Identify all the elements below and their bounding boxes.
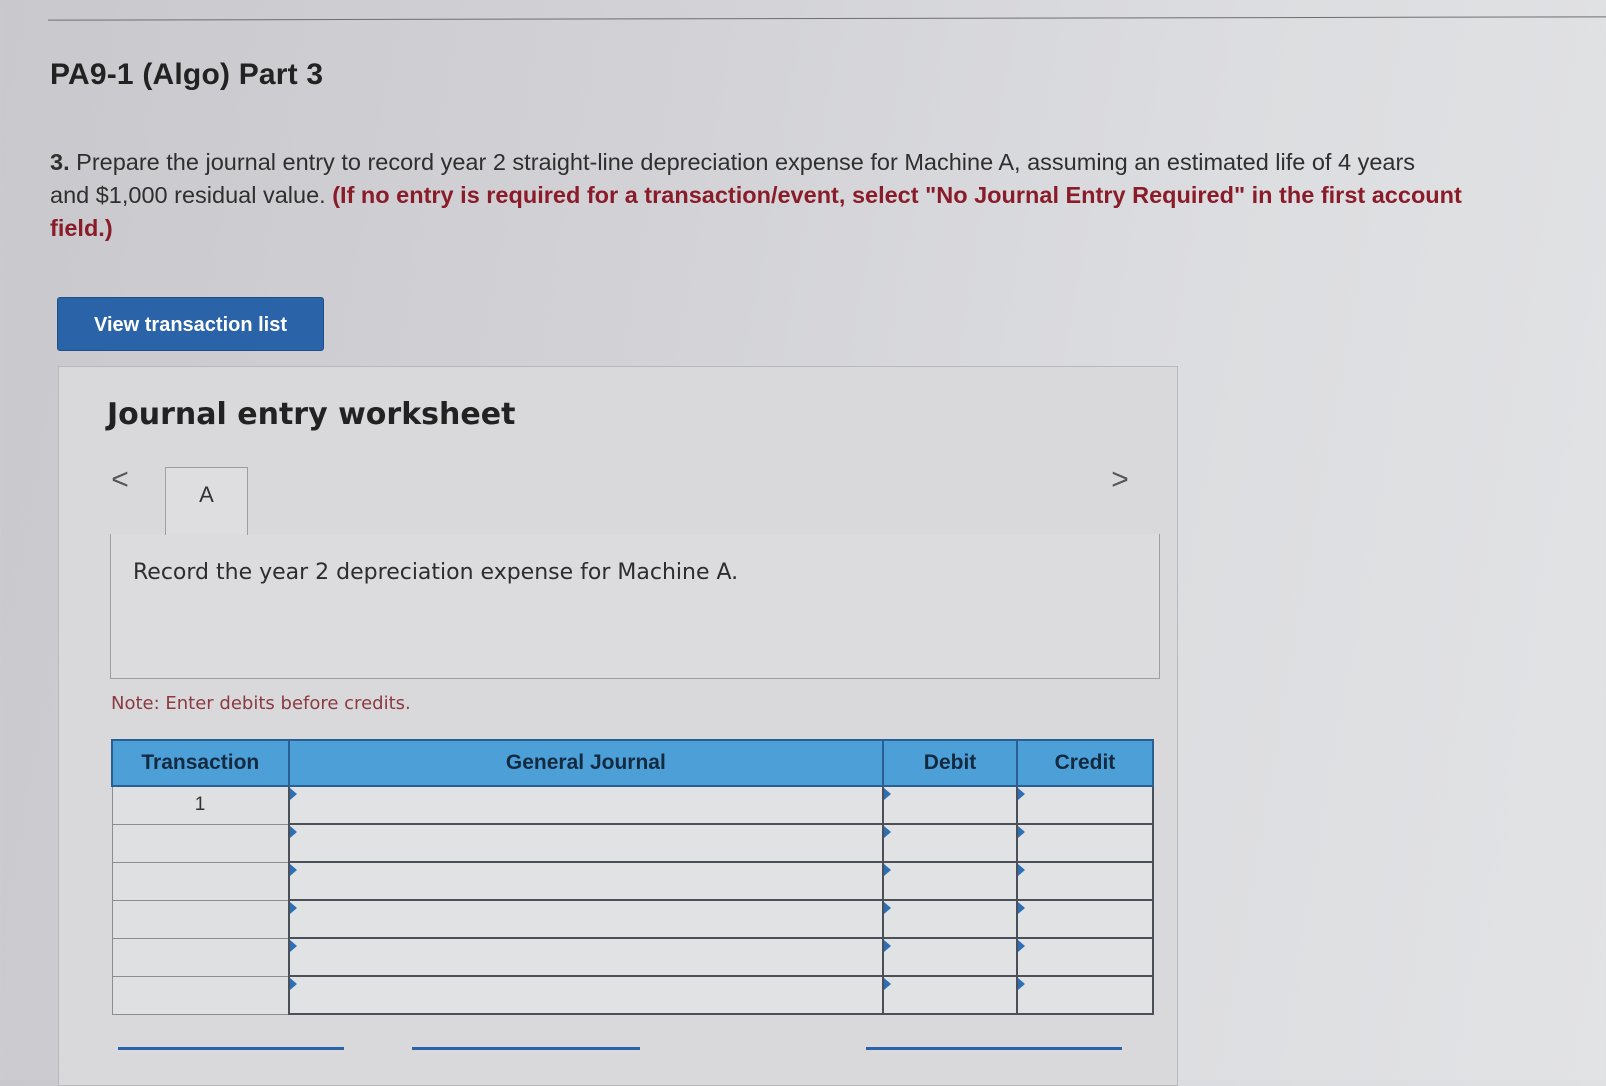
instructions: 3. Prepare the journal entry to record y… (50, 146, 1606, 245)
credit-cell[interactable] (1015, 861, 1155, 901)
table-header-row: Transaction General Journal Debit Credit (111, 739, 1155, 787)
account-cell[interactable] (287, 975, 885, 1015)
instruction-text: Prepare the journal entry to record year… (76, 149, 1416, 175)
worksheet-title: Journal entry worksheet (107, 397, 516, 432)
debit-cell[interactable] (882, 861, 1018, 901)
journal-entry-worksheet: Journal entry worksheet < A > Record the… (58, 366, 1178, 1086)
chevron-left-icon[interactable]: < (107, 465, 133, 495)
transaction-cell (111, 937, 290, 977)
transaction-cell (111, 975, 290, 1015)
header-general-journal: General Journal (287, 739, 885, 787)
page-title: PA9-1 (Algo) Part 3 (50, 58, 324, 91)
header-debit: Debit (882, 739, 1018, 787)
account-cell[interactable] (287, 823, 885, 863)
header-transaction: Transaction (111, 739, 290, 787)
table-row (111, 975, 1155, 1015)
table-row (111, 861, 1155, 901)
instruction-emphasis: (If no entry is required for a transacti… (332, 182, 1462, 208)
instruction-line-3: field.) (50, 212, 1606, 245)
bottom-button-edge-1[interactable] (118, 1047, 344, 1050)
transaction-cell (111, 861, 290, 901)
transaction-description: Record the year 2 depreciation expense f… (133, 560, 739, 585)
credit-cell[interactable] (1015, 899, 1155, 939)
view-transaction-list-button[interactable]: View transaction list (57, 297, 324, 351)
entry-note: Note: Enter debits before credits. (111, 693, 411, 714)
credit-cell[interactable] (1015, 937, 1155, 977)
chevron-right-icon[interactable]: > (1107, 465, 1133, 495)
table-row (111, 899, 1155, 939)
instruction-emphasis-end: field.) (50, 215, 113, 241)
account-cell[interactable] (287, 785, 885, 825)
credit-cell[interactable] (1015, 975, 1155, 1015)
debit-cell[interactable] (882, 899, 1018, 939)
credit-cell[interactable] (1015, 785, 1155, 825)
table-row (111, 937, 1155, 977)
instruction-line-2: and $1,000 residual value. (If no entry … (50, 179, 1606, 212)
debit-cell[interactable] (882, 823, 1018, 863)
table-row: 1 (111, 785, 1155, 825)
header-credit: Credit (1015, 739, 1155, 787)
transaction-description-box: Record the year 2 depreciation expense f… (110, 534, 1160, 679)
tab-a[interactable]: A (165, 467, 248, 535)
top-divider (48, 16, 1606, 21)
debit-cell[interactable] (882, 785, 1018, 825)
credit-cell[interactable] (1015, 823, 1155, 863)
account-cell[interactable] (287, 899, 885, 939)
transaction-cell (111, 899, 290, 939)
bottom-button-edge-3[interactable] (866, 1047, 1122, 1050)
transaction-cell (111, 823, 290, 863)
transaction-cell: 1 (111, 785, 290, 825)
account-cell[interactable] (287, 937, 885, 977)
instruction-number: 3. (50, 149, 70, 175)
account-cell[interactable] (287, 861, 885, 901)
debit-cell[interactable] (882, 975, 1018, 1015)
instruction-line-1: 3. Prepare the journal entry to record y… (50, 146, 1606, 179)
table-row (111, 823, 1155, 863)
bottom-button-edge-2[interactable] (412, 1047, 640, 1050)
general-journal-table: Transaction General Journal Debit Credit… (111, 739, 1155, 1015)
debit-cell[interactable] (882, 937, 1018, 977)
instruction-text-2: and $1,000 residual value. (50, 182, 326, 208)
